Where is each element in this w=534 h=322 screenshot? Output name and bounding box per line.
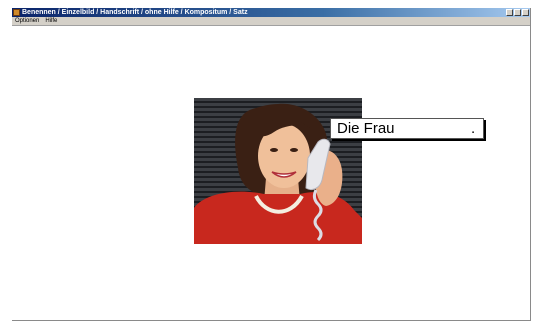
menu-bar: Optionen Hilfe — [12, 17, 530, 26]
menu-item-optionen[interactable]: Optionen — [15, 17, 39, 25]
answer-text: Die Frau — [337, 120, 395, 137]
maximize-icon[interactable] — [514, 9, 521, 16]
app-icon[interactable] — [13, 9, 20, 16]
title-bar[interactable]: Benennen / Einzelbild / Handschrift / oh… — [12, 8, 530, 17]
window-controls — [506, 9, 529, 16]
close-icon[interactable] — [522, 9, 529, 16]
answer-field[interactable]: Die Frau . — [330, 118, 484, 139]
window-title: Benennen / Einzelbild / Handschrift / oh… — [22, 9, 248, 16]
minimize-icon[interactable] — [506, 9, 513, 16]
menu-item-hilfe[interactable]: Hilfe — [45, 17, 57, 25]
sentence-end-mark: . — [471, 120, 476, 137]
